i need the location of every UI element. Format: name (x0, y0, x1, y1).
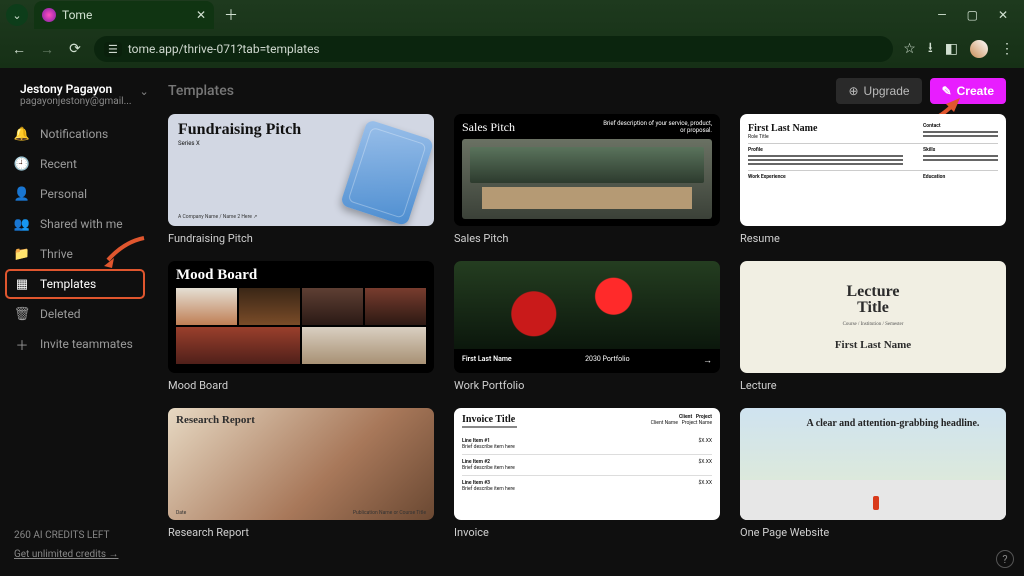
create-label: Create (957, 84, 994, 98)
template-card-sales[interactable]: Sales Pitch Brief description of your se… (454, 114, 720, 245)
close-tab-icon[interactable]: ✕ (196, 8, 206, 22)
sidebar-label: Recent (40, 157, 77, 171)
bookmark-icon[interactable]: ☆ (903, 41, 916, 57)
reload-icon[interactable]: ⟳ (66, 41, 84, 57)
user-name: Jestony Pagayon (20, 82, 131, 96)
trash-icon: 🗑 (14, 306, 30, 322)
new-tab-button[interactable]: ＋ (220, 5, 242, 25)
template-label: Research Report (168, 526, 434, 539)
sidebar-label: Shared with me (40, 217, 123, 231)
template-card-mood[interactable]: Mood Board Mood Board (168, 261, 434, 392)
user-email: pagayonjestony@gmail... (20, 96, 131, 107)
add-person-icon: ＋ (14, 336, 30, 352)
sidebar-item-shared[interactable]: 👥 Shared with me (6, 210, 144, 238)
credits-remaining: 260 AI CREDITS LEFT (14, 530, 136, 541)
template-card-portfolio[interactable]: First Last Name 2030 Portfolio → Work Po… (454, 261, 720, 392)
downloads-icon[interactable]: ⭳ (928, 37, 933, 61)
upgrade-button[interactable]: ⊕ Upgrade (836, 78, 921, 104)
template-label: Lecture (740, 379, 1006, 392)
template-card-resume[interactable]: First Last NameRole Title Contact Profil… (740, 114, 1006, 245)
forward-icon[interactable]: → (38, 41, 56, 58)
help-button[interactable]: ? (996, 550, 1014, 568)
template-label: Sales Pitch (454, 232, 720, 245)
kitchen-photo-icon (462, 139, 712, 219)
sidebar-item-recent[interactable]: 🕘 Recent (6, 150, 144, 178)
bell-icon: 🔔 (14, 126, 30, 142)
template-label: Fundraising Pitch (168, 232, 434, 245)
window-maximize-icon[interactable]: ▢ (967, 8, 978, 22)
sidebar-item-personal[interactable]: 👤 Personal (6, 180, 144, 208)
templates-icon: ▦ (14, 276, 30, 292)
sidebar-label: Templates (40, 277, 96, 291)
arrow-right-icon: → (703, 355, 712, 366)
sidebar-label: Deleted (40, 307, 81, 321)
window-minimize-icon[interactable]: — (937, 8, 946, 22)
person-figure-icon (873, 496, 879, 510)
back-icon[interactable]: ← (10, 41, 28, 58)
sidebar-item-thrive[interactable]: 📁 Thrive (6, 240, 144, 268)
get-credits-link[interactable]: Get unlimited credits → (14, 549, 118, 560)
template-label: Invoice (454, 526, 720, 539)
profile-avatar-icon[interactable] (970, 40, 988, 58)
address-bar[interactable]: ☰ tome.app/thrive-071?tab=templates (94, 36, 893, 62)
template-label: One Page Website (740, 526, 1006, 539)
sidebar: Jestony Pagayon pagayonjestony@gmail... … (0, 68, 150, 576)
templates-grid: Fundraising Pitch Series X A Company Nam… (168, 114, 1006, 539)
sidebar-label: Invite teammates (40, 337, 133, 351)
clock-icon: 🕘 (14, 156, 30, 172)
folder-icon: 📁 (14, 246, 30, 262)
site-info-icon[interactable]: ☰ (104, 42, 122, 57)
upgrade-icon: ⊕ (848, 84, 858, 98)
flower-photo-icon (454, 261, 720, 349)
sidebar-item-invite[interactable]: ＋ Invite teammates (6, 330, 144, 358)
sidebar-item-templates[interactable]: ▦ Templates (6, 270, 144, 298)
person-icon: 👤 (14, 186, 30, 202)
template-card-fundraising[interactable]: Fundraising Pitch Series X A Company Nam… (168, 114, 434, 245)
chevron-down-icon: ⌄ (139, 85, 148, 98)
create-icon: ✎ (942, 84, 952, 98)
user-menu[interactable]: Jestony Pagayon pagayonjestony@gmail... … (6, 78, 144, 118)
template-label: Mood Board (168, 379, 434, 392)
people-icon: 👥 (14, 216, 30, 232)
browser-menu-icon[interactable]: ⌄ (6, 4, 28, 26)
template-label: Work Portfolio (454, 379, 720, 392)
page-title: Templates (168, 83, 234, 99)
sidebar-item-notifications[interactable]: 🔔 Notifications (6, 120, 144, 148)
tab-title: Tome (62, 8, 92, 22)
kebab-menu-icon[interactable]: ⋮ (1000, 41, 1014, 57)
sidebar-label: Thrive (40, 247, 73, 261)
phone-illustration-icon (340, 119, 434, 226)
window-close-icon[interactable]: ✕ (998, 8, 1008, 22)
sidebar-label: Notifications (40, 127, 108, 141)
template-card-invoice[interactable]: Invoice Title Client Project Client Name… (454, 408, 720, 539)
template-card-website[interactable]: Website Name A clear and attention-grabb… (740, 408, 1006, 539)
extensions-icon[interactable]: ◧ (945, 41, 958, 57)
sidebar-item-deleted[interactable]: 🗑 Deleted (6, 300, 144, 328)
url-text: tome.app/thrive-071?tab=templates (128, 42, 320, 56)
template-card-lecture[interactable]: LectureTitle Course / Institution / Seme… (740, 261, 1006, 392)
create-button[interactable]: ✎ Create (930, 78, 1006, 104)
template-card-report[interactable]: Research Report Date Publication Name or… (168, 408, 434, 539)
template-label: Resume (740, 232, 1006, 245)
sidebar-label: Personal (40, 187, 87, 201)
favicon-icon (42, 8, 56, 22)
upgrade-label: Upgrade (864, 84, 910, 98)
browser-tab[interactable]: Tome ✕ (34, 1, 214, 29)
